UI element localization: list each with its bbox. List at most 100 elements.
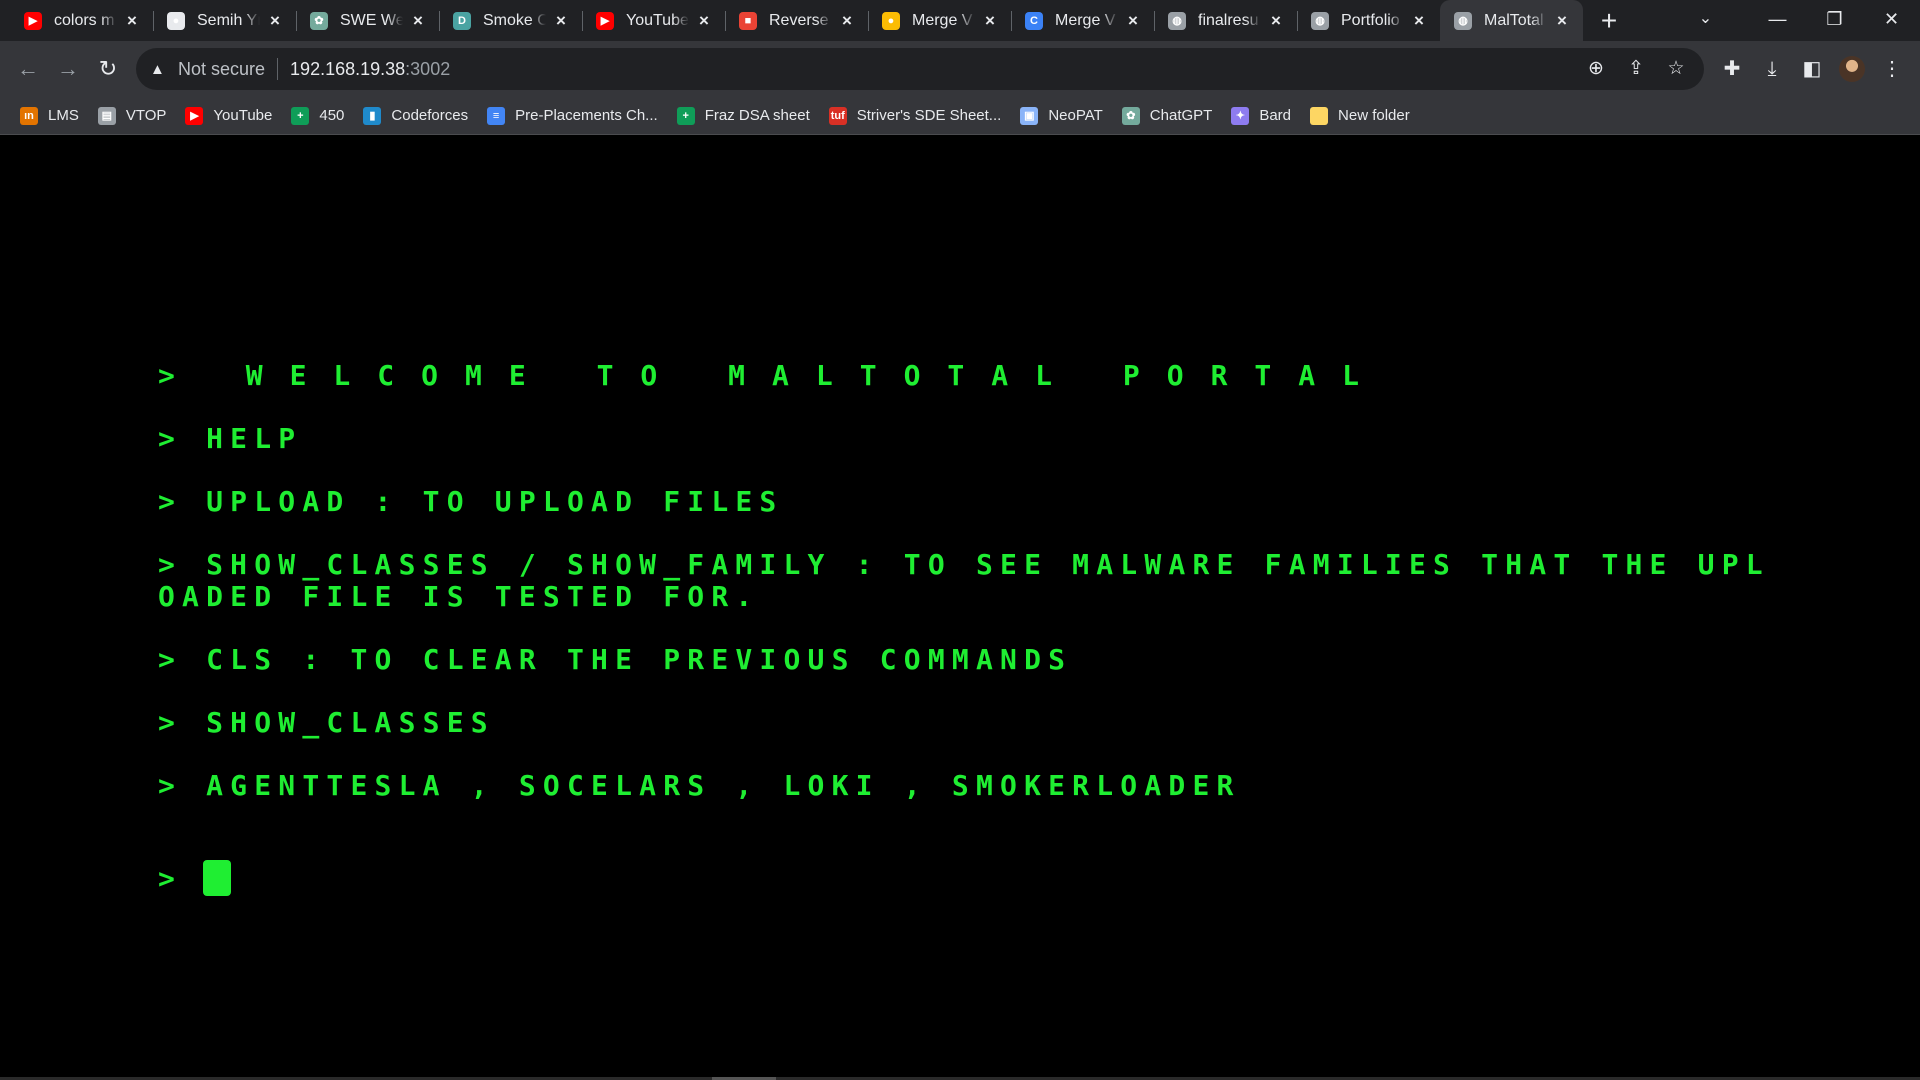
bookmark-label: Bard <box>1259 107 1292 124</box>
minimize-button[interactable]: — <box>1749 0 1806 41</box>
bookmark-4[interactable]: ▮ Codeforces <box>355 101 476 131</box>
bookmark-label: Codeforces <box>391 107 469 124</box>
extensions-icon[interactable]: ✚ <box>1712 49 1752 89</box>
close-icon[interactable]: × <box>695 11 713 30</box>
docs-icon: ≡ <box>487 106 506 125</box>
restore-button[interactable]: ❐ <box>1806 0 1863 41</box>
bard-icon: ✦ <box>1231 106 1250 125</box>
c-logo-icon: C <box>1025 11 1043 30</box>
menu-kebab-icon[interactable]: ⋮ <box>1872 49 1912 89</box>
bookmark-label: VTOP <box>125 107 167 124</box>
bookmark-5[interactable]: ≡ Pre-Placements Ch... <box>479 101 666 131</box>
back-button[interactable]: ← <box>8 49 48 89</box>
youtube-icon: ▶ <box>185 106 204 125</box>
bookmark-11[interactable]: New folder <box>1302 101 1418 131</box>
tab-title: Reverse <box>769 11 829 29</box>
bookmark-7[interactable]: tuf Striver's SDE Sheet... <box>821 101 1010 131</box>
close-icon[interactable]: × <box>1553 11 1571 30</box>
folder-icon <box>1310 106 1329 125</box>
new-tab-button[interactable]: + <box>1589 0 1629 41</box>
close-icon[interactable]: × <box>1267 11 1285 30</box>
terminal-page[interactable]: > WELCOME TO MALTOTAL PORTAL > HELP > UPL… <box>0 136 1920 1078</box>
reload-button[interactable]: ↻ <box>88 49 128 89</box>
tab-search-button[interactable]: ⌄ <box>1677 0 1734 41</box>
close-icon[interactable]: × <box>981 11 999 30</box>
close-icon[interactable]: × <box>838 11 856 30</box>
chatgpt-icon: ✿ <box>310 11 328 30</box>
tab-1[interactable]: ● Semih Yı × <box>153 0 296 41</box>
bookmark-6[interactable]: + Fraz DSA sheet <box>669 101 818 131</box>
side-panel-icon[interactable]: ◧ <box>1792 49 1832 89</box>
bookmark-label: YouTube <box>213 107 273 124</box>
warning-icon: ▲ <box>150 60 165 78</box>
sheets-icon: + <box>676 106 695 125</box>
close-icon[interactable]: × <box>552 11 570 30</box>
bookmark-label: LMS <box>48 107 79 124</box>
close-icon[interactable]: × <box>409 11 427 30</box>
terminal-output: > WELCOME TO MALTOTAL PORTAL > HELP > UPL… <box>158 360 1778 833</box>
tab-9[interactable]: ◍ Portfolio × <box>1297 0 1440 41</box>
tab-title: colors m <box>54 11 115 29</box>
tab-6[interactable]: ● Merge V × <box>868 0 1011 41</box>
bookmark-label: Striver's SDE Sheet... <box>856 107 1002 124</box>
bookmark-9[interactable]: ✿ ChatGPT <box>1114 101 1221 131</box>
dots-icon: ● <box>882 11 900 30</box>
tab-0[interactable]: ▶ colors m × <box>10 0 153 41</box>
bookmarks-bar: ın LMS ▤ VTOP ▶ YouTube +450 ▮ Codeforces ≡ Pre-Pl… <box>0 97 1920 135</box>
security-indicator[interactable]: Not secure <box>178 59 265 80</box>
reload-icon: ↻ <box>98 56 118 81</box>
close-icon[interactable]: × <box>123 11 141 30</box>
tuf-icon: tuf <box>828 106 847 125</box>
tab-8[interactable]: ◍ finalresu × <box>1154 0 1297 41</box>
bookmark-star-icon[interactable]: ☆ <box>1656 48 1696 90</box>
command-prompt[interactable]: > <box>158 860 231 896</box>
globe-icon: ◍ <box>1311 11 1329 30</box>
tab-title: MalTotal <box>1484 11 1544 29</box>
bookmark-label: NeoPAT <box>1048 107 1103 124</box>
tab-10[interactable]: ◍ MalTotal × <box>1440 0 1583 41</box>
terminal-line: > UPLOAD : TO UPLOAD FILES <box>158 485 784 518</box>
tab-title: Merge V <box>912 11 973 29</box>
toolbar-actions: ✚ ⤓ ◧ ⋮ <box>1712 49 1912 89</box>
bookmark-label: New folder <box>1338 107 1410 124</box>
tab-title: finalresu <box>1198 11 1259 29</box>
close-icon[interactable]: × <box>1124 11 1142 30</box>
forward-button[interactable]: → <box>48 49 88 89</box>
terminal-line: > HELP <box>158 422 303 455</box>
terminal-line: > SHOW_CLASSES / SHOW_FAMILY : TO SEE MA… <box>158 548 1770 613</box>
omnibox-actions: ⊕ ⇪ ☆ <box>1576 48 1696 90</box>
close-icon[interactable]: × <box>1410 11 1428 30</box>
tab-5[interactable]: ■ Reverse × <box>725 0 868 41</box>
zoom-icon[interactable]: ⊕ <box>1576 48 1616 90</box>
terminal-line: > AGENTTESLA , SOCELARS , LOKI , SMOKERL… <box>158 769 1241 802</box>
bookmark-1[interactable]: ▤ VTOP <box>90 101 175 131</box>
bookmark-label: Fraz DSA sheet <box>704 107 810 124</box>
text-cursor[interactable] <box>202 860 231 896</box>
bookmark-3[interactable]: +450 <box>283 101 352 131</box>
profile-avatar[interactable] <box>1839 56 1865 82</box>
bookmark-10[interactable]: ✦ Bard <box>1223 101 1299 131</box>
bookmark-2[interactable]: ▶ YouTube <box>177 101 280 131</box>
prompt-symbol: > <box>158 861 175 895</box>
tab-title: YouTube <box>626 11 689 29</box>
close-icon[interactable]: × <box>266 11 284 30</box>
tab-title: Smoke C <box>483 11 546 29</box>
sheets-icon: + <box>291 106 310 125</box>
arrow-right-icon: → <box>57 56 79 81</box>
tab-title: Portfolio <box>1341 11 1400 29</box>
share-icon[interactable]: ⇪ <box>1616 48 1656 90</box>
download-icon[interactable]: ⤓ <box>1752 49 1792 89</box>
window-controls: — ❐ ✕ <box>1749 0 1920 41</box>
video-record-icon: ■ <box>739 11 757 30</box>
tab-2[interactable]: ✿ SWE Wel × <box>296 0 439 41</box>
lms-icon: ın <box>20 106 38 125</box>
address-bar[interactable]: ▲ Not secure 192.168.19.38:3002 ⊕ ⇪ ☆ <box>136 48 1704 90</box>
tab-4[interactable]: ▶ YouTube × <box>582 0 725 41</box>
chatgpt-icon: ✿ <box>1121 106 1140 125</box>
codeforces-icon: ▮ <box>363 106 382 125</box>
bookmark-0[interactable]: ın LMS <box>12 101 87 131</box>
tab-3[interactable]: D Smoke C × <box>439 0 582 41</box>
tab-7[interactable]: C Merge V × <box>1011 0 1154 41</box>
close-window-button[interactable]: ✕ <box>1863 0 1920 41</box>
bookmark-8[interactable]: ▣ NeoPAT <box>1012 101 1110 131</box>
